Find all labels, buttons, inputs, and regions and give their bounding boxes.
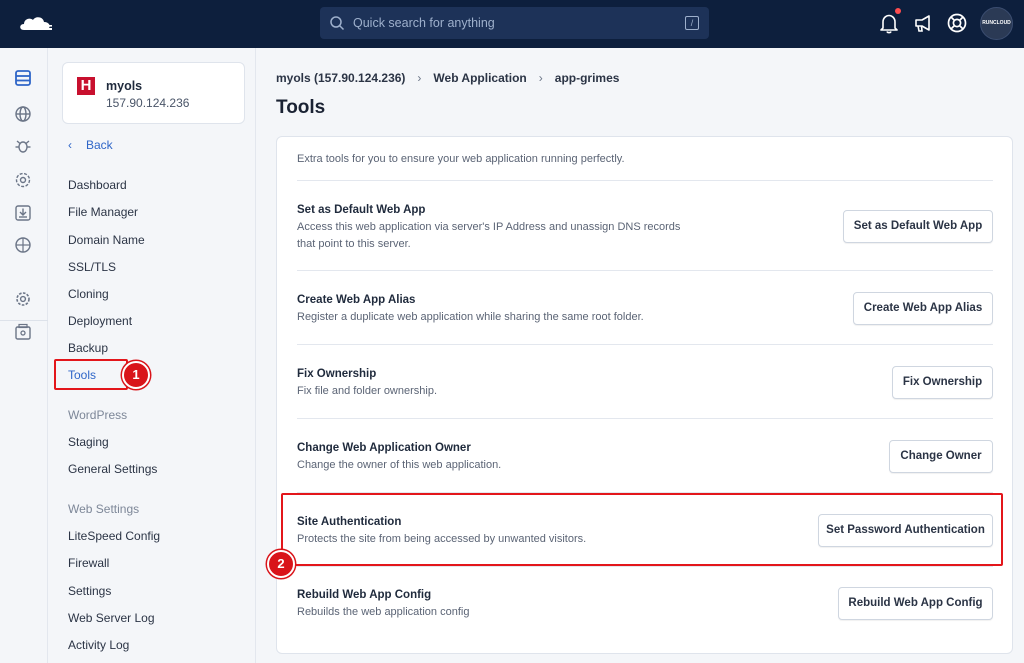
divider: [297, 270, 993, 271]
sidebar-item-domain-name[interactable]: Domain Name: [68, 233, 145, 247]
divider: [297, 418, 993, 419]
tool-desc-change-owner: Change the owner of this web application…: [297, 459, 502, 471]
change-owner-button[interactable]: Change Owner: [889, 440, 993, 473]
account-settings-icon[interactable]: [14, 290, 32, 308]
chevron-left-icon: ‹: [68, 138, 72, 152]
server-ip: 157.90.124.236: [106, 96, 190, 110]
annotation-badge-2: 2: [267, 550, 295, 578]
icon-rail: [0, 48, 48, 663]
sidebar-item-staging[interactable]: Staging: [68, 435, 109, 449]
support-icon[interactable]: [946, 12, 968, 34]
server-logo: H: [77, 77, 95, 95]
tool-desc-web-app-alias: Register a duplicate web application whi…: [297, 311, 644, 323]
page-title: Tools: [276, 97, 326, 118]
back-link[interactable]: ‹ Back: [68, 138, 113, 152]
divider: [297, 566, 993, 567]
chevron-right-icon: ›: [417, 71, 422, 85]
sidebar-item-settings[interactable]: Settings: [68, 584, 111, 598]
sidebar-section-wordpress: WordPress: [68, 408, 128, 422]
rail-divider: [0, 320, 48, 321]
globe-icon[interactable]: [14, 105, 32, 123]
create-web-app-alias-button[interactable]: Create Web App Alias: [853, 292, 993, 325]
set-default-web-app-button[interactable]: Set as Default Web App: [843, 210, 993, 243]
chevron-right-icon: ›: [538, 71, 543, 85]
tool-title-change-owner: Change Web Application Owner: [297, 442, 471, 454]
tools-intro: Extra tools for you to ensure your web a…: [297, 153, 625, 165]
sidebar-item-general-settings[interactable]: General Settings: [68, 462, 157, 476]
rebuild-web-app-config-button[interactable]: Rebuild Web App Config: [838, 587, 993, 620]
tool-title-web-app-alias: Create Web App Alias: [297, 294, 416, 306]
tool-title-fix-ownership: Fix Ownership: [297, 368, 377, 380]
sidebar-item-file-manager[interactable]: File Manager: [68, 205, 138, 219]
breadcrumb: myols (157.90.124.236) › Web Application › a…: [276, 71, 619, 85]
divider: [297, 180, 993, 181]
sidebar-section-web-settings: Web Settings: [68, 502, 140, 516]
annotation-highlight-tools: [54, 359, 128, 390]
top-bar: Quick search for anything / RUNCLOUD: [0, 0, 1024, 48]
search-bar[interactable]: Quick search for anything /: [320, 7, 709, 39]
sidebar-item-web-server-log[interactable]: Web Server Log: [68, 611, 155, 625]
sidebar-item-deployment[interactable]: Deployment: [68, 314, 132, 328]
backup-icon[interactable]: [14, 204, 32, 222]
server-card[interactable]: H myols 157.90.124.236: [62, 62, 245, 124]
shortcut-hint: /: [685, 16, 699, 30]
tool-desc-default-web-app: Access this web application via server's…: [297, 221, 681, 250]
sidebar-item-ssl-tls[interactable]: SSL/TLS: [68, 260, 116, 274]
divider: [297, 344, 993, 345]
fix-ownership-button[interactable]: Fix Ownership: [892, 366, 993, 399]
breadcrumb-app: app-grimes: [554, 71, 620, 85]
back-label: Back: [86, 138, 113, 152]
tool-title-rebuild-config: Rebuild Web App Config: [297, 589, 432, 601]
megaphone-icon[interactable]: [912, 12, 934, 34]
billing-icon[interactable]: [14, 323, 32, 341]
network-icon[interactable]: [14, 236, 32, 254]
sidebar-item-dashboard[interactable]: Dashboard: [68, 178, 127, 192]
breadcrumb-server[interactable]: myols (157.90.124.236): [276, 71, 405, 85]
servers-icon[interactable]: [14, 69, 32, 87]
tools-card: Extra tools for you to ensure your web a…: [276, 136, 1013, 654]
sidebar-item-firewall[interactable]: Firewall: [68, 556, 109, 570]
annotation-highlight-site-authentication: [281, 493, 1003, 566]
sidebar-item-cloning[interactable]: Cloning: [68, 287, 109, 301]
bell-icon[interactable]: [878, 12, 900, 34]
settings-gear-icon[interactable]: [14, 171, 32, 189]
cloud-logo-icon[interactable]: [18, 14, 52, 34]
search-icon: [330, 16, 345, 31]
breadcrumb-web-application[interactable]: Web Application: [433, 71, 526, 85]
bug-icon[interactable]: [14, 137, 32, 155]
sidebar-item-activity-log[interactable]: Activity Log: [68, 638, 129, 652]
sidebar: H myols 157.90.124.236 ‹ Back Dashboard F…: [48, 48, 256, 663]
sidebar-item-litespeed-config[interactable]: LiteSpeed Config: [68, 529, 160, 543]
search-placeholder: Quick search for anything: [353, 16, 495, 30]
avatar[interactable]: RUNCLOUD: [980, 7, 1013, 40]
sidebar-item-backup[interactable]: Backup: [68, 341, 108, 355]
tool-title-default-web-app: Set as Default Web App: [297, 204, 426, 216]
annotation-badge-1: 1: [122, 361, 150, 389]
tool-desc-rebuild-config: Rebuilds the web application config: [297, 606, 470, 618]
tool-desc-fix-ownership: Fix file and folder ownership.: [297, 385, 438, 397]
server-name: myols: [106, 79, 143, 93]
notification-dot: [895, 8, 901, 14]
